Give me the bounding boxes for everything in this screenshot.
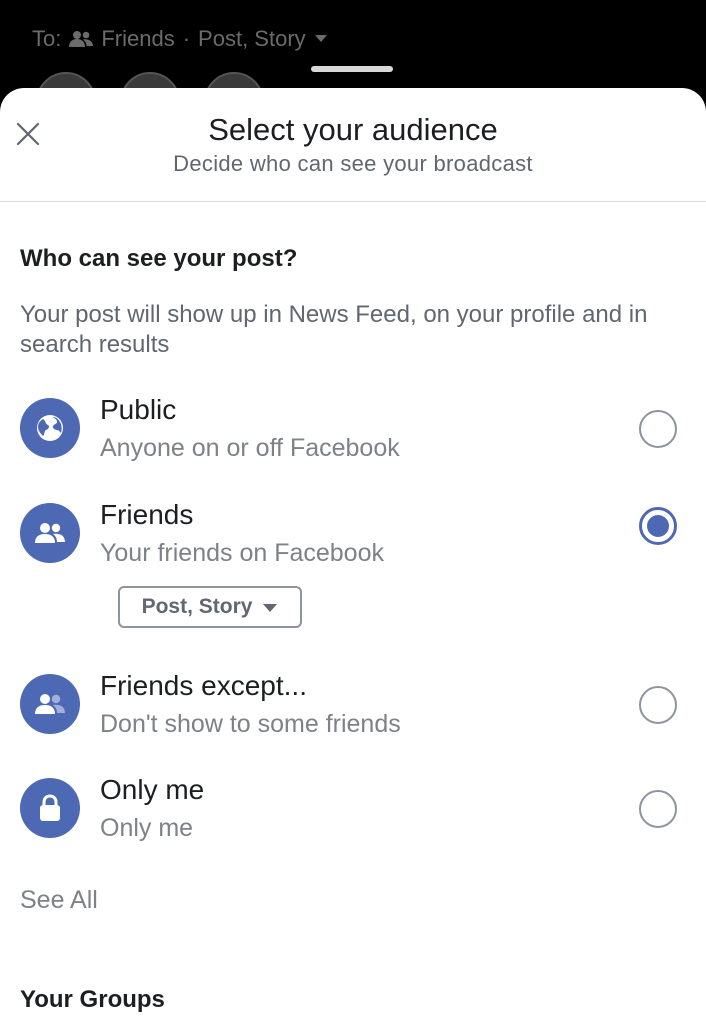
separator: · bbox=[182, 26, 191, 51]
see-all-link[interactable]: See All bbox=[20, 886, 98, 915]
audience-sheet: Select your audience Decide who can see … bbox=[0, 88, 706, 1024]
to-label: To: bbox=[32, 26, 62, 51]
sheet-title: Select your audience bbox=[208, 112, 498, 147]
sheet-subtitle: Decide who can see your broadcast bbox=[173, 151, 533, 176]
sheet-header: Select your audience Decide who can see … bbox=[0, 88, 706, 202]
option-title: Friends bbox=[100, 499, 194, 530]
option-subtitle: Don't show to some friends bbox=[100, 710, 401, 738]
radio-only-me[interactable] bbox=[639, 790, 677, 828]
option-friends[interactable]: Friends Your friends on Facebook bbox=[0, 493, 706, 583]
destinations-label: Post, Story bbox=[141, 595, 253, 618]
caret-down-icon bbox=[262, 595, 278, 619]
audience-label: Friends bbox=[101, 26, 175, 51]
option-only-me[interactable]: Only me Only me bbox=[0, 768, 706, 858]
option-title: Only me bbox=[100, 774, 205, 805]
section-heading: Who can see your post? bbox=[20, 245, 298, 272]
radio-friends-except[interactable] bbox=[639, 686, 677, 724]
friends-icon bbox=[69, 30, 94, 48]
option-subtitle: Your friends on Facebook bbox=[100, 539, 384, 567]
groups-heading: Your Groups bbox=[20, 986, 165, 1013]
option-title: Public bbox=[100, 394, 177, 425]
destinations-dropdown[interactable]: Post, Story bbox=[118, 586, 302, 628]
radio-public[interactable] bbox=[639, 410, 677, 448]
lock-icon bbox=[20, 778, 80, 838]
option-subtitle: Only me bbox=[100, 814, 194, 842]
sheet-grabber[interactable] bbox=[311, 66, 393, 72]
friends-icon bbox=[20, 503, 80, 563]
section-description: Your post will show up in News Feed, on … bbox=[20, 301, 648, 358]
option-friends-except[interactable]: Friends except... Don't show to some fri… bbox=[0, 664, 706, 754]
option-subtitle: Anyone on or off Facebook bbox=[100, 434, 400, 462]
globe-icon bbox=[20, 398, 80, 458]
caret-down-icon bbox=[314, 34, 328, 44]
option-public[interactable]: Public Anyone on or off Facebook bbox=[0, 388, 706, 478]
friends-except-icon bbox=[20, 674, 80, 734]
destinations-label: Post, Story bbox=[198, 26, 306, 51]
audience-selector[interactable]: To: Friends · Post, Story bbox=[32, 24, 328, 54]
radio-friends[interactable] bbox=[639, 507, 677, 545]
radio-selected-dot bbox=[647, 515, 669, 537]
option-title: Friends except... bbox=[100, 670, 307, 701]
